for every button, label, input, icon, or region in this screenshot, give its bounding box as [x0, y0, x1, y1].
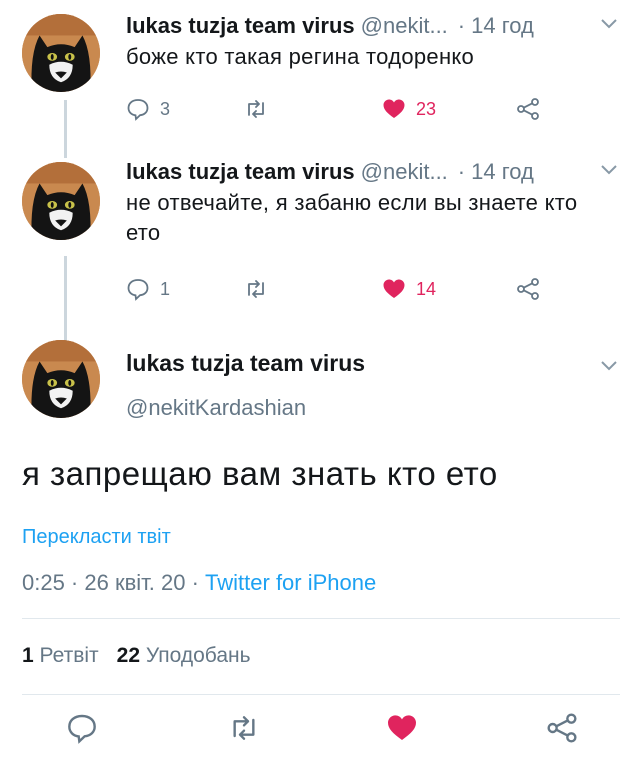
- like-button[interactable]: [386, 712, 418, 744]
- thread-line: [64, 256, 67, 342]
- separator-dot: ·: [457, 159, 466, 184]
- retweet-button[interactable]: [244, 94, 268, 124]
- thread-line: [64, 100, 67, 158]
- like-count: 22: [116, 644, 141, 667]
- heart-icon: [388, 715, 416, 740]
- share-button[interactable]: [516, 274, 540, 304]
- reply-count: 1: [160, 278, 171, 299]
- retweet-button[interactable]: [244, 274, 268, 304]
- author-handle[interactable]: @nekitKardashian: [126, 395, 365, 421]
- like-button[interactable]: 23: [382, 94, 436, 124]
- author-name[interactable]: lukas tuzja team virus: [126, 13, 355, 39]
- tweet-actions: 1 14: [126, 274, 546, 304]
- like-label: Уподобань: [145, 644, 251, 667]
- tweet-source-link[interactable]: Twitter for iPhone: [205, 570, 376, 595]
- main-tweet-text: я запрещаю вам знать кто ето: [22, 455, 498, 492]
- chevron-down-icon[interactable]: [600, 164, 618, 176]
- reply-button[interactable]: [66, 712, 98, 744]
- reply-count: 3: [160, 98, 171, 119]
- author-name[interactable]: lukas tuzja team virus: [126, 159, 355, 185]
- retweet-icon: [248, 100, 264, 118]
- retweet-button[interactable]: [228, 712, 260, 744]
- translate-tweet-link[interactable]: Перекласти твіт: [22, 526, 171, 549]
- tweet-timestamp: 0:25 · 26 квіт. 20 ·: [22, 570, 206, 595]
- reply-button[interactable]: 1: [126, 274, 170, 304]
- retweet-icon: [248, 280, 264, 298]
- reply-tweet[interactable]: lukas tuzja team virus @nekit... · 14 го…: [126, 158, 626, 248]
- author-handle[interactable]: @nekit...: [361, 13, 448, 39]
- tweet-actions: 3 23: [126, 94, 546, 124]
- cat-avatar-image: [22, 14, 100, 92]
- tweet-time[interactable]: 14 год: [471, 13, 534, 39]
- share-icon: [547, 713, 577, 743]
- tweet-stats: 1 Ретвіт 22 Уподобань: [22, 644, 251, 668]
- like-count: 23: [416, 98, 437, 119]
- reply-icon: [127, 279, 149, 301]
- like-button[interactable]: 14: [382, 274, 436, 304]
- divider: [22, 694, 620, 695]
- retweet-icon: [233, 716, 255, 740]
- tweet-meta: 0:25 · 26 квіт. 20 · Twitter for iPhone: [22, 570, 376, 596]
- tweet-text: не отвечайте, я забаню если вы знаете кт…: [126, 190, 578, 245]
- main-tweet-actions: [0, 712, 642, 752]
- reply-button[interactable]: 3: [126, 94, 170, 124]
- share-button[interactable]: [546, 712, 578, 744]
- retweet-label: Ретвіт: [39, 644, 99, 667]
- separator-dot: ·: [457, 13, 466, 38]
- retweet-stat[interactable]: 1 Ретвіт: [22, 644, 99, 667]
- heart-icon: [383, 279, 405, 298]
- reply-icon: [127, 99, 149, 121]
- tweet-text: боже кто такая регина тодоренко: [126, 44, 475, 69]
- reply-icon: [68, 714, 96, 744]
- share-button[interactable]: [516, 94, 540, 124]
- like-count: 14: [416, 278, 437, 299]
- chevron-down-icon[interactable]: [600, 360, 618, 372]
- share-icon: [517, 278, 539, 300]
- cat-avatar-image: [22, 162, 100, 240]
- chevron-down-icon[interactable]: [600, 18, 618, 30]
- author-handle[interactable]: @nekit...: [361, 159, 448, 185]
- retweet-count: 1: [22, 644, 34, 667]
- divider: [22, 618, 620, 619]
- main-tweet-author[interactable]: lukas tuzja team virus @nekitKardashian: [126, 350, 365, 421]
- avatar[interactable]: [22, 340, 100, 418]
- tweet-time[interactable]: 14 год: [471, 159, 534, 185]
- reply-tweet[interactable]: lukas tuzja team virus @nekit... · 14 го…: [126, 12, 626, 72]
- like-stat[interactable]: 22 Уподобань: [117, 644, 251, 667]
- heart-icon: [383, 99, 405, 118]
- cat-avatar-image: [22, 340, 100, 418]
- share-icon: [517, 98, 539, 120]
- avatar[interactable]: [22, 14, 100, 92]
- avatar[interactable]: [22, 162, 100, 240]
- author-name[interactable]: lukas tuzja team virus: [126, 350, 365, 377]
